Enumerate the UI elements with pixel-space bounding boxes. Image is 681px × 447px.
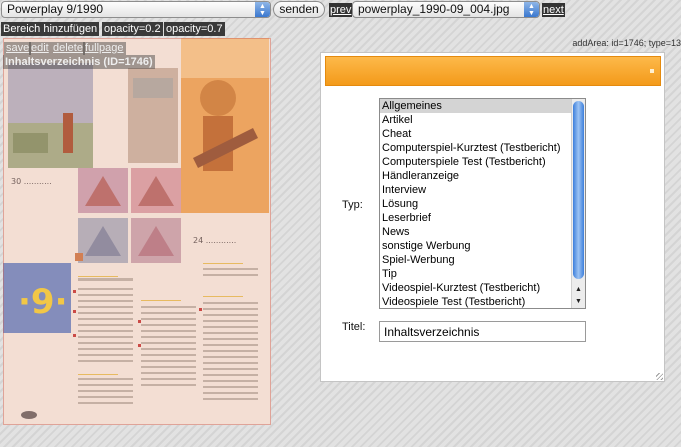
title-input[interactable] <box>379 321 586 342</box>
scroll-down-icon[interactable]: ▼ <box>572 296 585 308</box>
save-button[interactable]: save <box>4 42 32 55</box>
page-select[interactable]: powerplay_1990-09_004.jpg ▲ ▼ <box>352 1 540 18</box>
area-label: Inhaltsverzeichnis (ID=1746) <box>3 55 155 69</box>
scrollbar-thumb[interactable] <box>573 101 584 279</box>
prev-link[interactable]: prev <box>329 3 353 17</box>
type-listbox[interactable]: Allgemeines Artikel Cheat Computerspiel-Kur… <box>379 98 586 309</box>
area-form-panel: Typ: Allgemeines Artikel Cheat Computerspie… <box>320 52 665 382</box>
scroll-up-icon[interactable]: ▲ <box>572 284 585 296</box>
type-option[interactable]: sonstige Werbung <box>380 239 571 253</box>
type-option[interactable]: Computerspiel-Kurztest (Testbericht) <box>380 141 571 155</box>
type-option[interactable]: Tip <box>380 267 571 281</box>
type-option[interactable]: Artikel <box>380 113 571 127</box>
type-option[interactable]: Interview <box>380 183 571 197</box>
titel-label: Titel: <box>342 321 366 333</box>
type-option[interactable]: Händleranzeige <box>380 169 571 183</box>
issue-select-value: Powerplay 9/1990 <box>7 2 104 16</box>
panel-header <box>325 56 661 86</box>
typ-label: Typ: <box>342 199 363 211</box>
next-link[interactable]: next <box>542 3 565 17</box>
delete-button[interactable]: delete <box>51 42 85 55</box>
add-area-info: addArea: id=1746; type=13 <box>572 38 681 48</box>
type-option[interactable]: News <box>380 225 571 239</box>
page-select-value: powerplay_1990-09_004.jpg <box>358 2 510 16</box>
type-option[interactable]: Lösung <box>380 197 571 211</box>
area-highlight <box>3 38 271 425</box>
type-option[interactable]: Allgemeines <box>380 99 571 113</box>
page-scan[interactable]: 30 ........... 24 ............ ·9· <box>3 38 271 425</box>
send-button[interactable]: senden <box>273 1 325 18</box>
panel-menu-icon[interactable] <box>650 69 654 73</box>
select-arrows-icon: ▲ ▼ <box>524 2 539 17</box>
select-arrows-icon: ▲ ▼ <box>255 2 270 17</box>
opacity-high-button[interactable]: opacity=0.7 <box>164 22 225 36</box>
type-option[interactable]: Videospiele Test (Testbericht) <box>380 295 571 308</box>
type-option[interactable]: Spiel-Werbung <box>380 253 571 267</box>
type-option[interactable]: Computerspiele Test (Testbericht) <box>380 155 571 169</box>
edit-button[interactable]: edit <box>29 42 51 55</box>
add-area-button[interactable]: Bereich hinzufügen <box>1 22 100 36</box>
type-option[interactable]: Leserbrief <box>380 211 571 225</box>
fullpage-button[interactable]: fullpage <box>83 42 126 55</box>
resize-grip-icon[interactable] <box>656 373 663 380</box>
type-option[interactable]: Videospiel-Kurztest (Testbericht) <box>380 281 571 295</box>
opacity-low-button[interactable]: opacity=0.2 <box>102 22 163 36</box>
type-list: Allgemeines Artikel Cheat Computerspiel-Kur… <box>380 99 571 308</box>
type-option[interactable]: Cheat <box>380 127 571 141</box>
type-list-scrollbar[interactable]: ▲ ▼ <box>571 99 585 308</box>
issue-select[interactable]: Powerplay 9/1990 ▲ ▼ <box>1 1 271 18</box>
